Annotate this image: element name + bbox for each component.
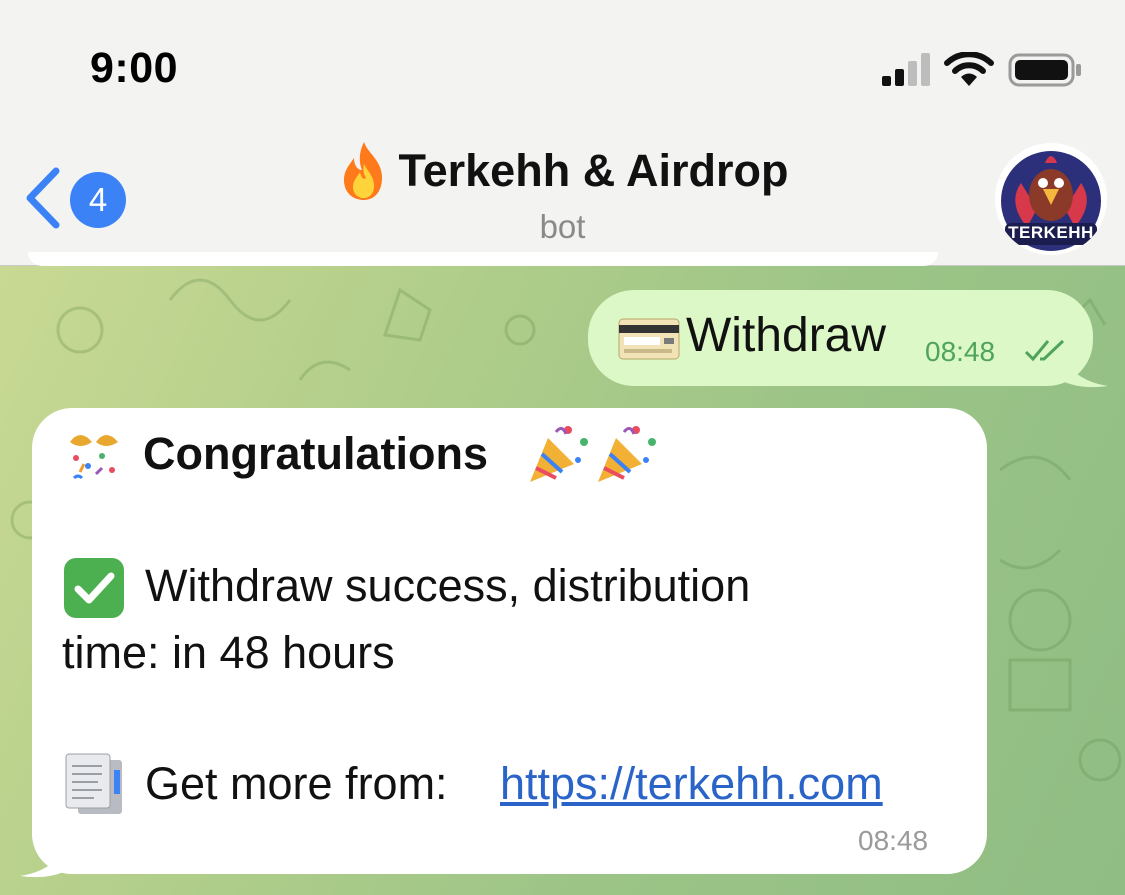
status-icons (880, 50, 1081, 90)
message-line-time: time: in 48 hours (62, 627, 395, 678)
battery-icon (1008, 53, 1081, 87)
chat-title-area[interactable]: Terkehh & Airdrop (0, 140, 1125, 207)
bubble-tail (20, 840, 68, 878)
chat-subtitle: bot (539, 208, 586, 245)
navigation-bar: 9:00 4 Terkehh & Airdrop bot TERKEHH (0, 0, 1125, 266)
credit-card-icon (618, 318, 680, 360)
signal-icon (882, 53, 930, 86)
website-link[interactable]: https://terkehh.com (500, 758, 883, 810)
avatar-label: TERKEHH (1008, 223, 1094, 242)
check-mark-button-icon (64, 558, 124, 618)
message-line-success: Withdraw success, distribution (145, 560, 751, 611)
document-icon (65, 753, 122, 814)
wifi-icon (944, 52, 994, 86)
status-time: 9:00 (90, 44, 179, 92)
message-line-more: Get more from: (145, 758, 448, 809)
double-check-icon (1024, 339, 1065, 362)
fire-icon (344, 142, 383, 200)
outgoing-message-text: Withdraw (686, 309, 887, 362)
chat-title[interactable]: Terkehh & Airdrop (336, 140, 789, 202)
outgoing-message-time: 08:48 (925, 336, 996, 367)
incoming-message-time: 08:48 (858, 825, 929, 856)
party-popper-icon (598, 426, 656, 482)
chat-title-text: Terkehh & Airdrop (398, 145, 789, 196)
wrapped-gift-icon (70, 435, 118, 480)
previous-message-bubble (28, 252, 938, 266)
message-heading: Congratulations (143, 428, 488, 479)
avatar[interactable]: TERKEHH (995, 143, 1107, 255)
party-popper-icon (530, 426, 588, 482)
